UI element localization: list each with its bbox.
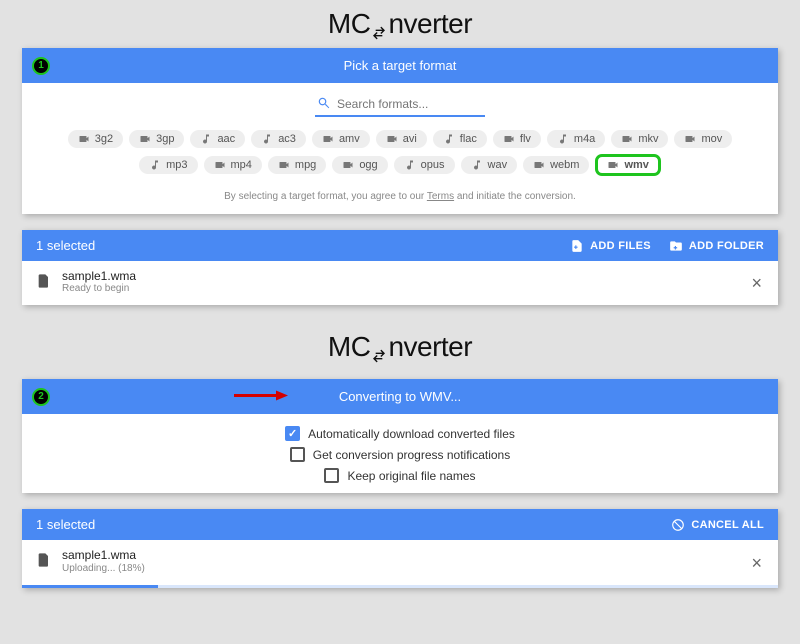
highlight-arrow <box>232 388 288 405</box>
step-2-panel: MC nverter 2 Converting to WMV... Automa… <box>4 321 796 587</box>
music-note-icon <box>261 133 273 145</box>
format-picker-header: 1 Pick a target format <box>22 48 778 83</box>
format-chip-wav[interactable]: wav <box>461 156 518 174</box>
video-icon <box>322 133 334 145</box>
file-list-header-2: 1 selected CANCEL ALL <box>22 509 778 540</box>
cancel-all-button[interactable]: CANCEL ALL <box>671 518 764 532</box>
options-list: Automatically download converted files Ge… <box>22 414 778 493</box>
video-icon <box>78 133 90 145</box>
option-label: Get conversion progress notifications <box>313 448 510 462</box>
option-label: Automatically download converted files <box>308 427 515 441</box>
format-chip-wmv[interactable]: wmv <box>595 154 660 176</box>
option-1[interactable]: Get conversion progress notifications <box>290 447 510 462</box>
music-note-icon <box>557 133 569 145</box>
step-1-panel: MC nverter 1 Pick a target format 3g2 3gp… <box>4 4 796 305</box>
conversion-title: Converting to WMV... <box>339 389 461 404</box>
option-label: Keep original file names <box>347 469 475 483</box>
music-note-icon <box>200 133 212 145</box>
video-icon <box>139 133 151 145</box>
option-2[interactable]: Keep original file names <box>324 468 475 483</box>
format-chip-mpg[interactable]: mpg <box>268 156 326 174</box>
format-chip-m4a[interactable]: m4a <box>547 130 605 148</box>
video-icon <box>533 159 545 171</box>
search-input[interactable] <box>315 93 485 117</box>
format-chip-aac[interactable]: aac <box>190 130 245 148</box>
file-row-2: sample1.wma Uploading... (18%) × <box>22 540 778 584</box>
format-chip-3gp[interactable]: 3gp <box>129 130 184 148</box>
file-list-card-1: 1 selected ADD FILES ADD FOLDER sample1.… <box>22 230 778 305</box>
file-icon <box>36 552 52 571</box>
swap-icon <box>371 16 387 32</box>
selected-count-2: 1 selected <box>36 517 95 532</box>
step-1-badge: 1 <box>32 57 50 75</box>
format-picker-card: 1 Pick a target format 3g2 3gp aac ac3 amvav… <box>22 48 778 214</box>
format-chip-webm[interactable]: webm <box>523 156 589 174</box>
format-picker-title: Pick a target format <box>344 58 457 73</box>
add-file-icon <box>570 239 584 253</box>
file-status-1: Ready to begin <box>62 283 136 295</box>
file-list-card-2: 1 selected CANCEL ALL sample1.wma Upload… <box>22 509 778 587</box>
format-chip-3g2[interactable]: 3g2 <box>68 130 123 148</box>
music-note-icon <box>149 159 161 171</box>
format-list: 3g2 3gp aac ac3 amvaviflacflv m4a mkvmov mp3 mp4… <box>22 123 778 187</box>
format-chip-mp3[interactable]: mp3 <box>139 156 197 174</box>
video-icon <box>278 159 290 171</box>
format-chip-mov[interactable]: mov <box>674 130 732 148</box>
add-folder-icon <box>669 239 683 253</box>
music-note-icon <box>471 159 483 171</box>
format-chip-amv[interactable]: amv <box>312 130 370 148</box>
format-chip-mkv[interactable]: mkv <box>611 130 668 148</box>
upload-progress <box>22 585 778 588</box>
video-icon <box>607 159 619 171</box>
format-chip-avi[interactable]: avi <box>376 130 427 148</box>
swap-icon <box>371 339 387 355</box>
video-icon <box>386 133 398 145</box>
file-status-2: Uploading... (18%) <box>62 563 145 575</box>
terms-link[interactable]: Terms <box>427 191 454 202</box>
cancel-icon <box>671 518 685 532</box>
conversion-header: 2 Converting to WMV... <box>22 379 778 414</box>
remove-file-button-1[interactable]: × <box>751 274 762 292</box>
format-chip-opus[interactable]: opus <box>394 156 455 174</box>
file-name-1: sample1.wma <box>62 269 136 283</box>
file-list-header-1: 1 selected ADD FILES ADD FOLDER <box>22 230 778 261</box>
checkbox[interactable] <box>324 468 339 483</box>
brand-logo-2: MC nverter <box>4 321 796 379</box>
file-icon <box>36 273 52 292</box>
video-icon <box>621 133 633 145</box>
disclaimer-text: By selecting a target format, you agree … <box>22 187 778 214</box>
format-chip-ogg[interactable]: ogg <box>332 156 387 174</box>
conversion-card: 2 Converting to WMV... Automatically dow… <box>22 379 778 493</box>
format-chip-flv[interactable]: flv <box>493 130 541 148</box>
remove-file-button-2[interactable]: × <box>751 554 762 572</box>
selected-count-1: 1 selected <box>36 238 95 253</box>
video-icon <box>342 159 354 171</box>
video-icon <box>684 133 696 145</box>
add-folder-button[interactable]: ADD FOLDER <box>669 239 764 253</box>
file-row-1: sample1.wma Ready to begin × <box>22 261 778 305</box>
checkbox[interactable] <box>285 426 300 441</box>
video-icon <box>503 133 515 145</box>
checkbox[interactable] <box>290 447 305 462</box>
file-name-2: sample1.wma <box>62 548 145 562</box>
step-2-badge: 2 <box>32 388 50 406</box>
add-files-button[interactable]: ADD FILES <box>570 239 651 253</box>
format-chip-mp4[interactable]: mp4 <box>204 156 262 174</box>
music-note-icon <box>404 159 416 171</box>
video-icon <box>214 159 226 171</box>
search-icon <box>317 96 331 113</box>
format-chip-ac3[interactable]: ac3 <box>251 130 306 148</box>
music-note-icon <box>443 133 455 145</box>
brand-logo: MC nverter <box>4 4 796 48</box>
format-chip-flac[interactable]: flac <box>433 130 487 148</box>
option-0[interactable]: Automatically download converted files <box>285 426 515 441</box>
